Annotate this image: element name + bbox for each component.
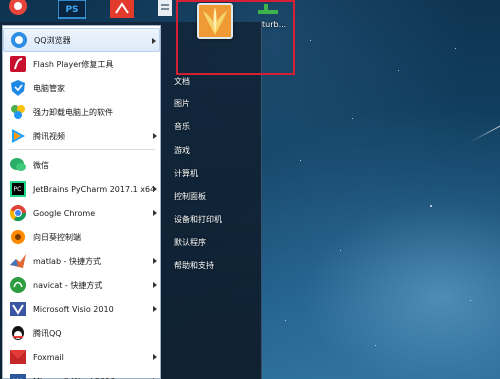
start-menu-item[interactable]: PC JetBrains PyCharm 2017.1 x64: [3, 177, 160, 201]
start-menu-place-item[interactable]: 游戏: [174, 145, 190, 156]
annotation-highlight-box: [176, 0, 295, 75]
ps-label: PS: [65, 5, 78, 15]
app-icon[interactable]: [0, 0, 36, 20]
submenu-arrow-icon[interactable]: [153, 210, 157, 216]
chrome-icon: [9, 204, 27, 222]
start-menu-item-label: 微信: [33, 160, 49, 170]
matlab-icon: [9, 252, 27, 270]
start-menu-item-label: Flash Player修复工具: [33, 59, 114, 69]
pycharm-icon: PC: [9, 180, 27, 198]
start-menu: QQ浏览器 Flash Player修复工具 电脑管家强力卸载电脑上的软件 腾讯视频微…: [0, 22, 262, 379]
start-menu-item[interactable]: navicat - 快捷方式: [3, 273, 160, 297]
programs-list: QQ浏览器 Flash Player修复工具 电脑管家强力卸载电脑上的软件 腾讯视频微…: [2, 25, 161, 379]
submenu-arrow-icon[interactable]: [153, 258, 157, 264]
visio-icon: [9, 300, 27, 318]
start-menu-item-label: 向日葵控制端: [33, 232, 81, 242]
start-menu-place-item[interactable]: 计算机: [174, 168, 198, 179]
start-menu-item-label: Foxmail: [33, 352, 64, 362]
submenu-arrow-icon[interactable]: [153, 133, 157, 139]
tencent-video-icon: [9, 127, 27, 145]
submenu-arrow-icon[interactable]: [153, 186, 157, 192]
uninstaller-icon: [9, 103, 27, 121]
start-menu-place-item[interactable]: 文档: [174, 76, 190, 87]
submenu-arrow-icon[interactable]: [153, 282, 157, 288]
pc-manager-icon: [9, 79, 27, 97]
desktop: PS _turb... QQ浏览器 Flash Player修复工具 电脑管家 强力卸…: [0, 0, 500, 379]
wechat-icon: [9, 156, 27, 174]
start-menu-item-label: QQ浏览器: [34, 35, 71, 45]
start-menu-item[interactable]: QQ浏览器: [3, 28, 160, 52]
start-menu-item-label: Microsoft Visio 2010: [33, 304, 114, 314]
places-list: 文档图片音乐游戏计算机控制面板设备和打印机 默认程序帮助和支持: [166, 22, 262, 379]
start-menu-item-label: 强力卸载电脑上的软件: [33, 107, 113, 117]
start-menu-place-item[interactable]: 帮助和支持: [174, 260, 214, 271]
sunflower-icon: [9, 228, 27, 246]
start-menu-item[interactable]: Foxmail: [3, 345, 160, 369]
start-menu-item-label: matlab - 快捷方式: [33, 256, 102, 266]
start-menu-item-label: navicat - 快捷方式: [33, 280, 103, 290]
start-menu-item-label: 腾讯视频: [33, 131, 65, 141]
qq-browser-icon: [10, 31, 28, 49]
start-menu-item-label: Google Chrome: [33, 208, 96, 218]
start-menu-item-label: 电脑管家: [33, 83, 65, 93]
foxmail-icon: [9, 348, 27, 366]
start-menu-place-item[interactable]: 默认程序: [174, 237, 206, 248]
shortcut-icon[interactable]: [156, 0, 174, 20]
start-menu-place-item[interactable]: 音乐: [174, 121, 190, 132]
start-menu-item[interactable]: Google Chrome: [3, 201, 160, 225]
start-menu-item-label: 腾讯QQ: [33, 328, 62, 338]
start-menu-item[interactable]: 向日葵控制端: [3, 225, 160, 249]
start-menu-item[interactable]: 腾讯QQ: [3, 321, 160, 345]
start-menu-item[interactable]: 微信: [3, 153, 160, 177]
qq-icon: [9, 324, 27, 342]
navicat-icon: [9, 276, 27, 294]
start-menu-item[interactable]: 电脑管家: [3, 76, 160, 100]
submenu-arrow-icon[interactable]: [153, 306, 157, 312]
svg-text:PC: PC: [14, 186, 22, 193]
menu-separator: [9, 149, 155, 150]
start-menu-place-item[interactable]: 图片: [174, 98, 190, 109]
shooting-star: [470, 122, 500, 143]
word-icon: W: [9, 372, 27, 379]
start-menu-item[interactable]: matlab - 快捷方式: [3, 249, 160, 273]
flash-player-icon: [9, 55, 27, 73]
start-menu-item[interactable]: 强力卸载电脑上的软件: [3, 100, 160, 124]
submenu-arrow-icon[interactable]: [152, 38, 156, 44]
start-menu-place-item[interactable]: 控制面板: [174, 191, 206, 202]
start-menu-item[interactable]: Microsoft Visio 2010: [3, 297, 160, 321]
start-menu-item-label: JetBrains PyCharm 2017.1 x64: [33, 184, 156, 194]
start-menu-item[interactable]: 腾讯视频: [3, 124, 160, 148]
photoshop-icon[interactable]: PS: [57, 0, 87, 20]
submenu-arrow-icon[interactable]: [153, 354, 157, 360]
start-menu-item[interactable]: Flash Player修复工具: [3, 52, 160, 76]
installer-icon[interactable]: [108, 0, 136, 20]
start-menu-item[interactable]: WMicrosoft Word 2010: [3, 369, 160, 379]
start-menu-place-item[interactable]: 设备和打印机: [174, 214, 222, 225]
